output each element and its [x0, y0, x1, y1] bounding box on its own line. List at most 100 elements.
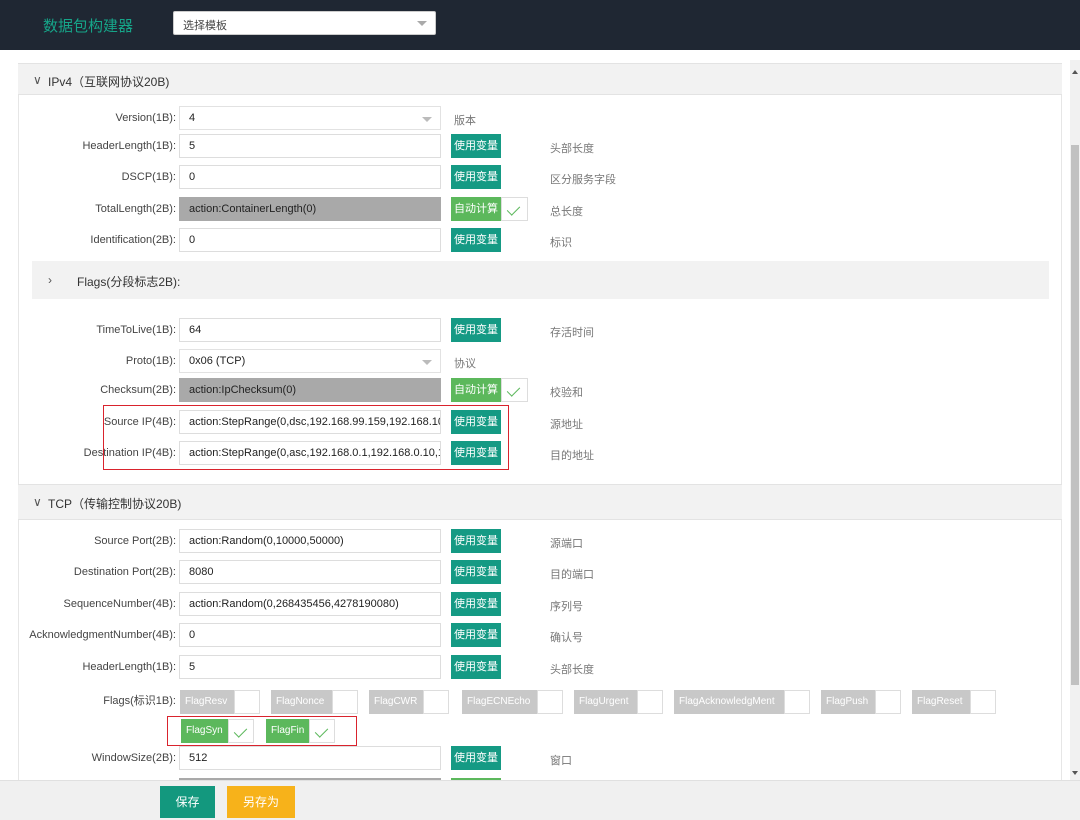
tcp-section-title: TCP（传输控制协议20B) — [48, 497, 182, 511]
top-bar: 数据包构建器 选择模板 — [0, 0, 1080, 50]
tcp-section-header[interactable]: ∨ TCP（传输控制协议20B) — [18, 484, 1062, 520]
use-variable-button[interactable]: 使用变量 — [451, 592, 501, 616]
auto-calc-toggle[interactable]: 自动计算 — [451, 197, 528, 221]
chevron-down-icon — [422, 117, 432, 122]
chevron-down-icon: ∨ — [33, 495, 42, 509]
field-label-checksum: Checksum(2B): — [100, 384, 176, 396]
field-desc-destination-port: 目的端口 — [550, 569, 594, 581]
auto-calc-checkbox[interactable] — [501, 378, 528, 402]
template-select-placeholder: 选择模板 — [183, 20, 227, 32]
flag-reset-checkbox[interactable] — [970, 690, 996, 714]
use-variable-button[interactable]: 使用变量 — [451, 655, 501, 679]
field-desc-tcp-headerlength: 头部长度 — [550, 664, 594, 676]
ipv4-section-header[interactable]: ∨ IPv4（互联网协议20B) — [18, 63, 1062, 95]
chevron-right-icon: › — [48, 273, 52, 287]
field-label-version: Version(1B): — [115, 112, 176, 124]
field-label-identification: Identification(2B): — [90, 234, 176, 246]
field-desc-totallength: 总长度 — [550, 206, 583, 218]
flag-cwr-checkbox[interactable] — [423, 690, 449, 714]
dscp-input[interactable]: 0 — [179, 165, 441, 189]
use-variable-button[interactable]: 使用变量 — [451, 228, 501, 252]
field-desc-source-ip: 源地址 — [550, 419, 583, 431]
use-variable-button[interactable]: 使用变量 — [451, 623, 501, 647]
ipv4-flags-title: Flags(分段标志2B): — [77, 275, 181, 289]
use-variable-button[interactable]: 使用变量 — [451, 529, 501, 553]
field-desc-dscp: 区分服务字段 — [550, 174, 616, 186]
vertical-scrollbar[interactable] — [1070, 60, 1080, 780]
flag-urgent-checkbox[interactable] — [637, 690, 663, 714]
field-label-tcp-flags: Flags(标识1B): — [103, 695, 176, 707]
use-variable-button[interactable]: 使用变量 — [451, 134, 501, 158]
totallength-input[interactable]: action:ContainerLength(0) — [179, 197, 441, 221]
field-desc-proto: 协议 — [454, 358, 476, 370]
tcp-headerlength-input[interactable]: 5 — [179, 655, 441, 679]
flag-push-label: FlagPush — [821, 690, 875, 714]
highlight-box — [167, 716, 357, 746]
ipv4-flags-header[interactable]: › Flags(分段标志2B): — [32, 261, 1049, 299]
ack-number-input[interactable]: 0 — [179, 623, 441, 647]
field-desc-identification: 标识 — [550, 237, 572, 249]
field-label-totallength: TotalLength(2B): — [95, 203, 176, 215]
field-desc-checksum: 校验和 — [550, 387, 583, 399]
field-label-ttl: TimeToLive(1B): — [96, 324, 176, 336]
field-desc-headerlength: 头部长度 — [550, 143, 594, 155]
scroll-down-icon[interactable] — [1072, 771, 1078, 775]
flag-acknowledgment-label: FlagAcknowledgMent — [674, 690, 785, 714]
field-label-dscp: DSCP(1B): — [121, 171, 176, 183]
save-as-button[interactable]: 另存为 — [227, 786, 295, 818]
auto-calc-checkbox[interactable] — [501, 197, 528, 221]
version-value: 4 — [189, 112, 196, 124]
field-desc-source-port: 源端口 — [550, 538, 583, 550]
checksum-input[interactable]: action:IpChecksum(0) — [179, 378, 441, 402]
field-desc-window-size: 窗口 — [550, 755, 572, 767]
field-desc-ack-number: 确认号 — [550, 632, 583, 644]
flag-ecnecho-checkbox[interactable] — [537, 690, 563, 714]
auto-calc-label: 自动计算 — [451, 378, 501, 402]
source-port-input[interactable]: action:Random(0,10000,50000) — [179, 529, 441, 553]
flag-cwr-label: FlagCWR — [369, 690, 423, 714]
flag-nonce-checkbox[interactable] — [332, 690, 358, 714]
field-desc-ttl: 存活时间 — [550, 327, 594, 339]
headerlength-input[interactable]: 5 — [179, 134, 441, 158]
auto-calc-label: 自动计算 — [451, 197, 501, 221]
flag-resv-checkbox[interactable] — [234, 690, 260, 714]
use-variable-button[interactable]: 使用变量 — [451, 746, 501, 770]
field-label-sequence-number: SequenceNumber(4B): — [63, 598, 176, 610]
chevron-down-icon: ∨ — [33, 73, 42, 87]
field-label-destination-port: Destination Port(2B): — [73, 566, 176, 578]
flag-nonce-label: FlagNonce — [271, 690, 332, 714]
field-desc-version: 版本 — [454, 115, 476, 127]
flag-resv-label: FlagResv — [180, 690, 234, 714]
ttl-input[interactable]: 64 — [179, 318, 441, 342]
field-label-ack-number: AcknowledgmentNumber(4B): — [29, 629, 176, 641]
proto-value: 0x06 (TCP) — [189, 355, 246, 367]
check-icon — [506, 383, 521, 397]
use-variable-button[interactable]: 使用变量 — [451, 165, 501, 189]
field-desc-destination-ip: 目的地址 — [550, 450, 594, 462]
save-button[interactable]: 保存 — [160, 786, 215, 818]
window-size-input[interactable]: 512 — [179, 746, 441, 770]
use-variable-button[interactable]: 使用变量 — [451, 318, 501, 342]
highlight-box — [103, 405, 509, 470]
destination-port-input[interactable]: 8080 — [179, 560, 441, 584]
field-label-tcp-headerlength: HeaderLength(1B): — [82, 661, 176, 673]
field-label-headerlength: HeaderLength(1B): — [82, 140, 176, 152]
auto-calc-toggle[interactable]: 自动计算 — [451, 378, 528, 402]
flag-push-checkbox[interactable] — [875, 690, 901, 714]
sequence-number-input[interactable]: action:Random(0,268435456,4278190080) — [179, 592, 441, 616]
chevron-down-icon — [417, 21, 427, 26]
ipv4-section-title: IPv4（互联网协议20B) — [48, 75, 170, 89]
identification-input[interactable]: 0 — [179, 228, 441, 252]
scrollbar-thumb[interactable] — [1071, 145, 1079, 685]
flag-acknowledgment-checkbox[interactable] — [784, 690, 810, 714]
template-select[interactable]: 选择模板 — [173, 11, 436, 35]
flag-ecnecho-label: FlagECNEcho — [462, 690, 537, 714]
version-select[interactable]: 4 — [179, 106, 441, 130]
flag-urgent-label: FlagUrgent — [574, 690, 637, 714]
field-label-proto: Proto(1B): — [125, 355, 176, 367]
scroll-up-icon[interactable] — [1072, 70, 1078, 74]
proto-select[interactable]: 0x06 (TCP) — [179, 349, 441, 373]
check-icon — [506, 202, 521, 216]
field-label-source-port: Source Port(2B): — [94, 535, 176, 547]
use-variable-button[interactable]: 使用变量 — [451, 560, 501, 584]
